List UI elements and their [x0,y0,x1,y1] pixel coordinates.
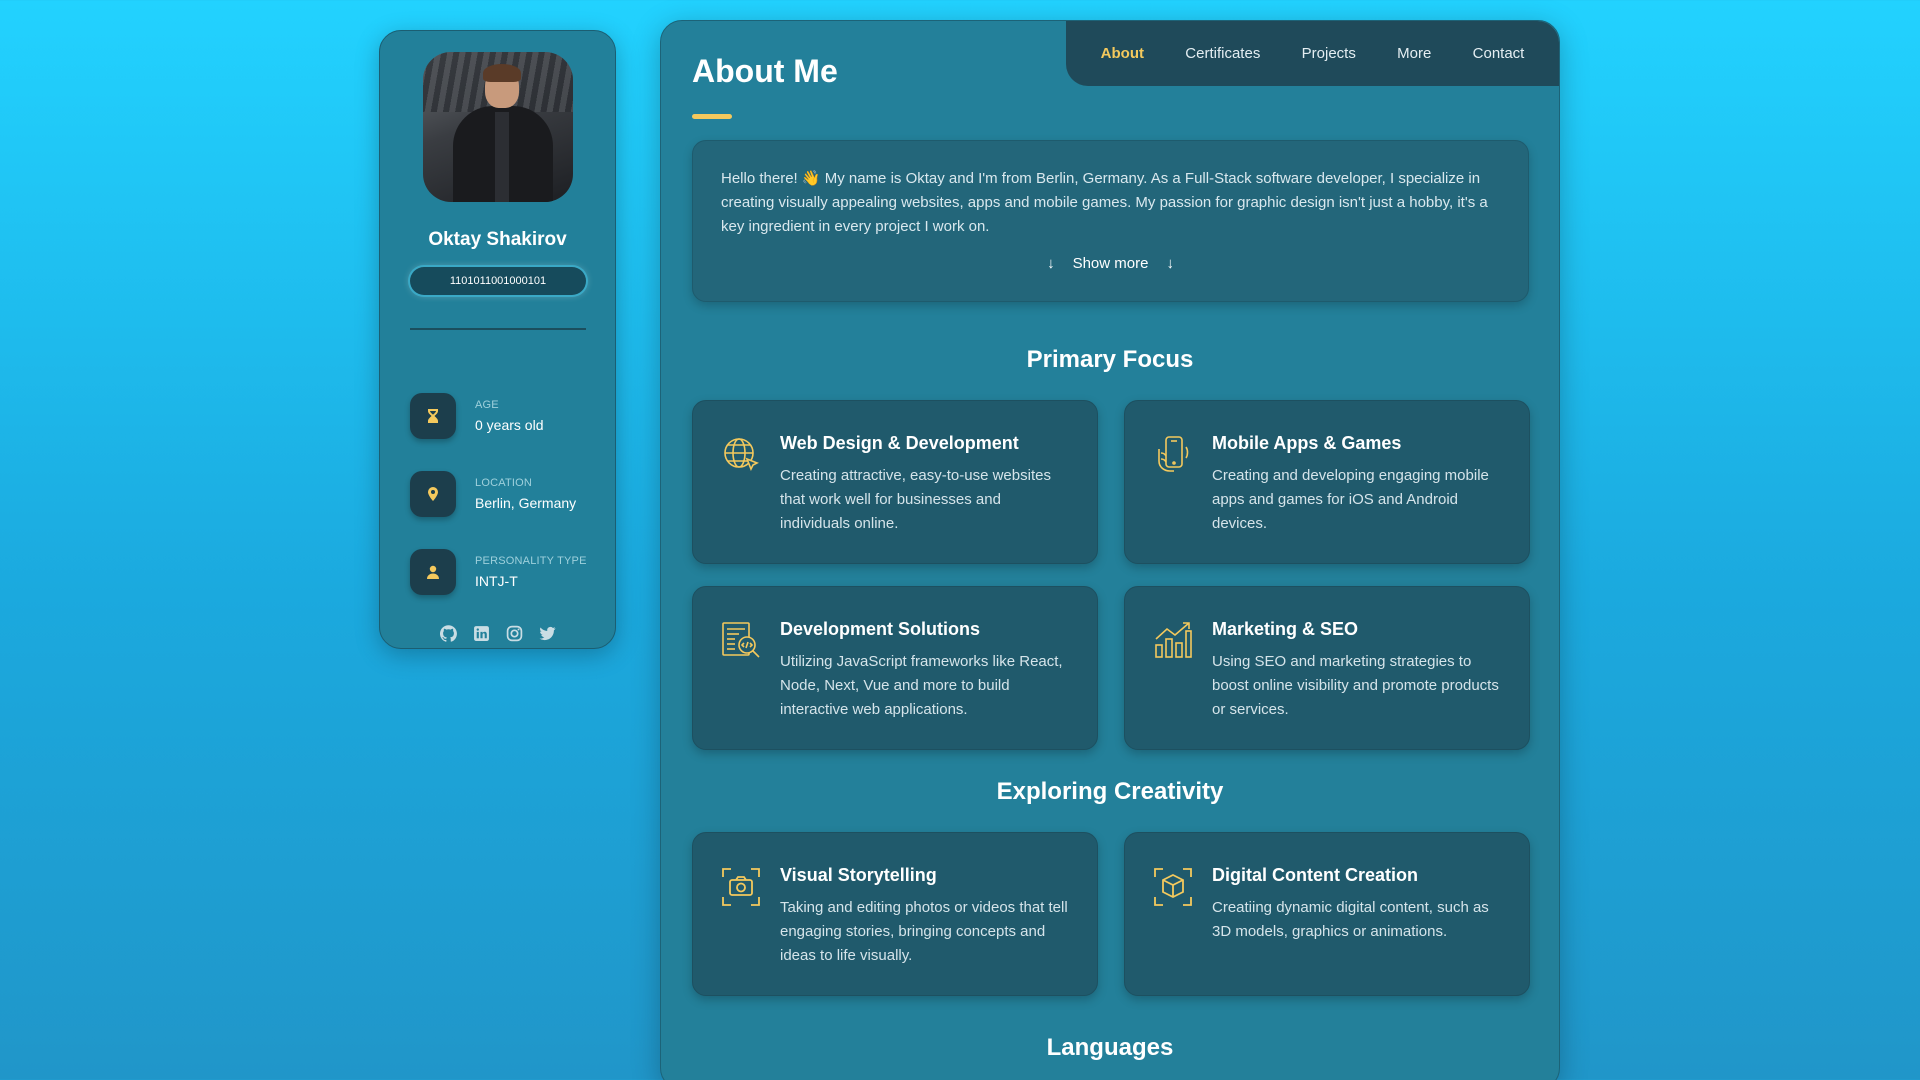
info-label: Age [475,399,499,411]
info-label: Personality Type [475,555,587,567]
binary-badge: 1101011001000101 [410,267,586,295]
nav-projects[interactable]: Projects [1302,45,1356,62]
section-title-exploring-creativity: Exploring Creativity [996,778,1224,805]
intro-text: Hello there! 👋 My name is Oktay and I'm … [721,170,1488,235]
intro-card: Hello there! 👋 My name is Oktay and I'm … [692,140,1529,302]
focus-card-visual-storytelling: Visual Storytelling Taking and editing p… [692,832,1098,996]
arrow-down-icon: ↓ [1047,255,1055,272]
show-more-label: Show more [1072,255,1149,272]
focus-title: Digital Content Creation [1212,865,1418,885]
page-title: About Me [692,53,838,89]
info-value: Berlin, Germany [475,495,577,511]
code-document-icon [722,622,760,658]
linkedin-icon[interactable] [473,625,490,642]
focus-desc: Creating attractive, easy-to-use website… [780,467,1051,532]
twitter-icon[interactable] [539,625,556,642]
main-panel: About Certificates Projects More Contact… [660,20,1560,1080]
profile-name: Oktay Shakirov [428,229,567,250]
globe-cursor-icon [724,438,759,471]
focus-desc: Creatiing dynamic digital content, such … [1212,899,1489,940]
info-item-personality: Personality Type INTJ-T [410,549,600,597]
focus-card-digital-content: Digital Content Creation Creatiing dynam… [1124,832,1530,996]
focus-title: Marketing & SEO [1212,619,1359,639]
focus-desc: Using SEO and marketing strategies to bo… [1212,653,1499,718]
camera-frame-icon [722,868,760,906]
location-pin-icon [428,487,438,501]
sidebar-divider [410,328,586,330]
nav-more[interactable]: More [1397,45,1431,62]
avatar [423,52,573,202]
bar-chart-growth-icon [1155,622,1192,658]
instagram-icon[interactable] [506,625,523,642]
info-item-age: Age 0 years old [410,393,600,441]
info-value: INTJ-T [475,573,518,589]
hourglass-icon [428,409,438,423]
navbar: About Certificates Projects More Contact [1066,21,1559,86]
focus-title: Mobile Apps & Games [1212,433,1402,453]
focus-desc: Creating and developing engaging mobile … [1212,467,1489,532]
person-icon [427,565,439,579]
info-label: Location [475,477,533,489]
focus-card-web-design: Web Design & Development Creating attrac… [692,400,1098,564]
social-links [380,625,615,642]
focus-card-mobile-apps: Mobile Apps & Games Creating and develop… [1124,400,1530,564]
arrow-down-icon: ↓ [1166,255,1174,272]
focus-title: Visual Storytelling [780,865,937,885]
info-item-location: Location Berlin, Germany [410,471,600,519]
focus-card-marketing-seo: Marketing & SEO Using SEO and marketing … [1124,586,1530,750]
nav-contact[interactable]: Contact [1473,45,1525,62]
title-underline [692,114,732,119]
cube-frame-icon [1154,868,1192,906]
nav-certificates[interactable]: Certificates [1185,45,1260,62]
section-title-primary-focus: Primary Focus [1026,346,1194,373]
show-more-button[interactable]: ↓ Show more ↓ [693,255,1528,272]
focus-desc: Utilizing JavaScript frameworks like Rea… [780,653,1063,718]
info-value: 0 years old [475,417,544,433]
focus-title: Web Design & Development [780,433,1019,453]
focus-card-development-solutions: Development Solutions Utilizing JavaScri… [692,586,1098,750]
github-icon[interactable] [439,625,457,642]
section-title-languages: Languages [1046,1034,1174,1061]
nav-about[interactable]: About [1101,45,1144,62]
mobile-hand-icon [1158,436,1189,472]
profile-sidebar: Oktay Shakirov 1101011001000101 Age 0 ye… [379,30,616,649]
focus-desc: Taking and editing photos or videos that… [780,899,1068,964]
focus-title: Development Solutions [780,619,981,639]
